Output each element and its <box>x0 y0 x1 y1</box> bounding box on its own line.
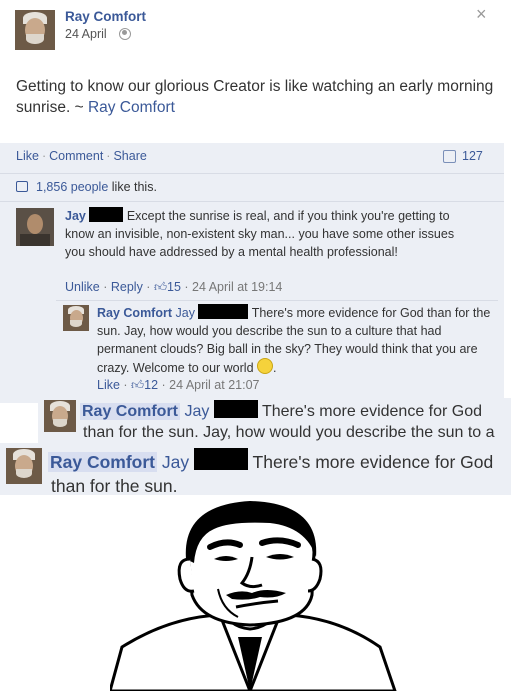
zoom-1-mention: Jay <box>184 403 210 420</box>
zoom-1-author: Ray Comfort <box>80 403 181 420</box>
zoom-1-line2: than for the sun. Jay, how would you des… <box>83 424 495 441</box>
zoom-2-line1: There's more evidence for God <box>252 452 494 472</box>
reply-time[interactable]: 24 April at 21:07 <box>169 378 259 392</box>
zoom-avatar <box>6 448 42 484</box>
unlike-link[interactable]: Unlike <box>65 280 100 294</box>
redacted-surname <box>194 448 248 470</box>
share-count[interactable]: 127 <box>443 149 483 163</box>
reply-like-link[interactable]: Like <box>97 378 120 392</box>
share-link[interactable]: Share <box>113 149 146 163</box>
author-avatar[interactable] <box>15 10 55 50</box>
comment-time[interactable]: 24 April at 19:14 <box>192 280 282 294</box>
zoom-2-author: Ray Comfort <box>48 452 158 472</box>
zoom-1-line1: There's more evidence for God <box>261 403 483 420</box>
post-date[interactable]: 24 April <box>65 27 107 41</box>
reply-author[interactable]: Ray Comfort <box>97 306 172 320</box>
post-author-name[interactable]: Ray Comfort <box>65 9 146 24</box>
likes-row: 1,856 people like this. <box>16 180 157 194</box>
meme-face-image <box>110 501 397 691</box>
action-bar: Like · Comment · Share <box>16 149 147 163</box>
reply-meta: Like · 👍︎12 · 24 April at 21:07 <box>97 378 260 392</box>
divider <box>0 201 504 202</box>
like-link[interactable]: Like <box>16 149 39 163</box>
close-icon[interactable]: × <box>476 5 487 23</box>
zoom-2-text: Ray Comfort Jay There's more evidence fo… <box>48 448 510 498</box>
comment-jay: Jay Except the sunrise is real, and if y… <box>65 207 475 261</box>
post-text: Getting to know our glorious Creator is … <box>16 76 496 118</box>
zoom-2-mention: Jay <box>161 452 190 472</box>
thumb-icon: 👍︎ <box>153 280 168 294</box>
post-text-link[interactable]: Ray Comfort <box>88 99 175 116</box>
comment-link[interactable]: Comment <box>49 149 103 163</box>
globe-icon <box>119 28 131 40</box>
redacted-surname <box>213 400 258 418</box>
commenter-avatar[interactable] <box>16 208 54 246</box>
reply-link[interactable]: Reply <box>111 280 143 294</box>
comment-author[interactable]: Jay <box>65 209 86 223</box>
likes-suffix: like this. <box>108 180 157 194</box>
comment-like-count[interactable]: 15 <box>167 280 181 294</box>
reply-mention[interactable]: Jay <box>176 306 195 320</box>
zoom-2-line2: than for the sun. <box>51 476 178 496</box>
reply-avatar[interactable] <box>63 305 89 331</box>
zoom-1-text: Ray Comfort Jay There's more evidence fo… <box>80 400 510 443</box>
smiley-icon <box>257 358 274 374</box>
redacted-surname <box>198 304 249 319</box>
redacted-surname <box>89 207 124 222</box>
zoom-avatar <box>44 400 76 432</box>
comment-meta: Unlike · Reply · 👍︎15 · 24 April at 19:1… <box>65 280 283 294</box>
reply-comment: Ray Comfort Jay There's more evidence fo… <box>97 304 491 375</box>
reply-like-count[interactable]: 12 <box>144 378 158 392</box>
thumb-icon: 👍︎ <box>131 378 145 392</box>
divider <box>56 300 498 301</box>
divider <box>0 173 504 174</box>
thumb-icon <box>16 181 28 192</box>
comment-text: Except the sunrise is real, and if you t… <box>65 209 455 259</box>
likes-count-link[interactable]: 1,856 people <box>36 180 108 194</box>
